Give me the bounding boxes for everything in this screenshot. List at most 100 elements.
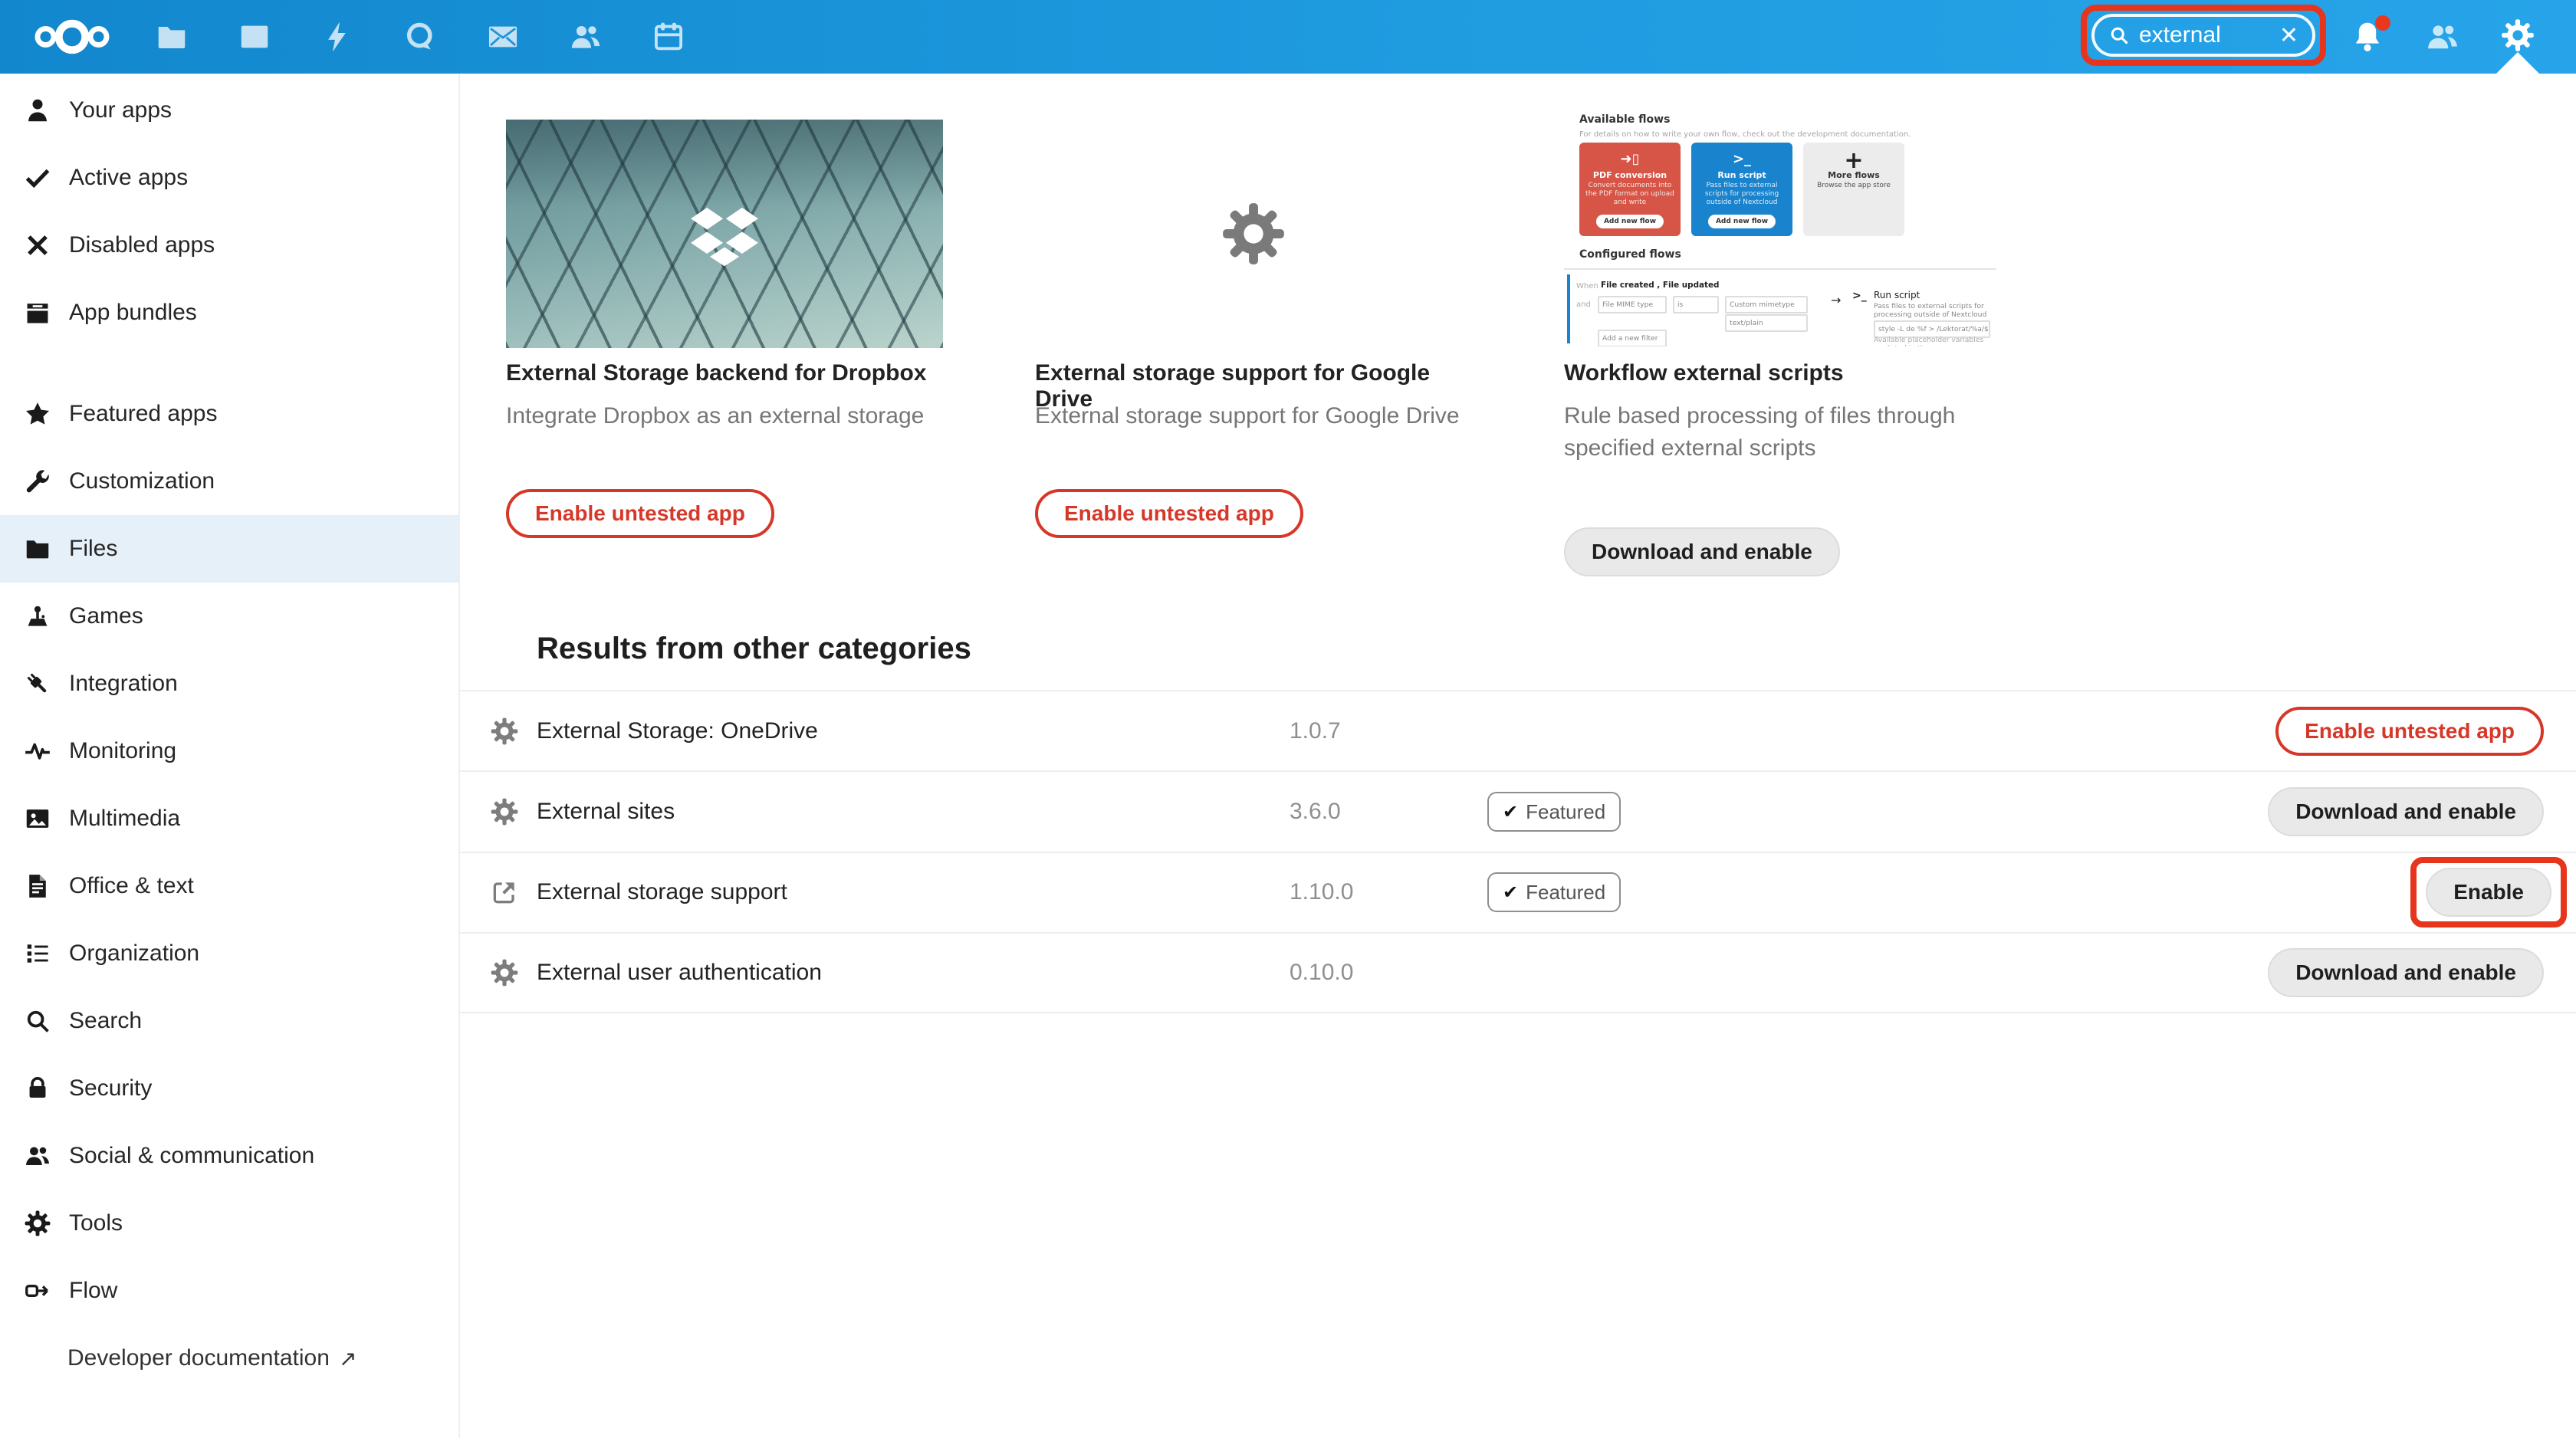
app-name: External Storage: OneDrive — [537, 718, 818, 744]
app-store-content: External Storage backend for Dropbox Int… — [460, 74, 2576, 1438]
people-icon — [23, 1141, 52, 1170]
sidebar-item-organization[interactable]: Organization — [0, 920, 458, 987]
gear-icon — [489, 716, 520, 747]
folder-icon — [23, 534, 52, 563]
featured-badge: ✔Featured — [1487, 872, 1621, 912]
app-name: External user authentication — [537, 960, 822, 986]
contacts-menu-button[interactable] — [2424, 18, 2461, 55]
header-app-nav — [138, 0, 702, 74]
star-icon — [23, 399, 52, 428]
sidebar-item-flow[interactable]: Flow — [0, 1257, 458, 1325]
external-arrow-icon: ↗ — [339, 1346, 356, 1371]
enable-annotation-box: Enable — [2410, 857, 2567, 927]
document-icon — [23, 872, 52, 901]
wrench-icon — [23, 467, 52, 496]
gear-icon — [489, 796, 520, 827]
enable-button[interactable]: Enable — [2426, 868, 2551, 917]
sidebar-item-office-text[interactable]: Office & text — [0, 852, 458, 920]
download-and-enable-button[interactable]: Download and enable — [2268, 787, 2544, 836]
sidebar-item-multimedia[interactable]: Multimedia — [0, 785, 458, 852]
gear-placeholder-icon — [1218, 199, 1289, 269]
settings-button[interactable] — [2499, 17, 2539, 57]
external-icon — [489, 877, 520, 908]
featured-badge: ✔Featured — [1487, 792, 1621, 832]
sidebar-item-customization[interactable]: Customization — [0, 448, 458, 515]
sidebar-item-monitoring[interactable]: Monitoring — [0, 717, 458, 785]
table-row-external-storage-support: External storage support 1.10.0 ✔Feature… — [460, 852, 2576, 932]
check-icon — [23, 163, 52, 192]
wf-flow-card-more: + More flows Browse the app store — [1803, 143, 1904, 236]
enable-untested-app-button[interactable]: Enable untested app — [2275, 707, 2544, 756]
sidebar-item-featured-apps[interactable]: Featured apps — [0, 380, 458, 448]
terminal-icon: >_ — [1691, 149, 1792, 170]
sidebar-item-app-bundles[interactable]: App bundles — [0, 279, 458, 346]
gear-icon — [2499, 17, 2539, 54]
download-and-enable-button[interactable]: Download and enable — [2268, 948, 2544, 997]
app-name: External storage support — [537, 879, 787, 905]
plug-icon — [23, 669, 52, 698]
activity-app-icon[interactable] — [304, 3, 371, 71]
active-app-caret — [2496, 52, 2539, 74]
photos-app-icon[interactable] — [221, 3, 288, 71]
calendar-app-icon[interactable] — [635, 3, 702, 71]
apps-sidebar: Your apps Active apps Disabled apps App … — [0, 74, 460, 1438]
dropbox-app-screenshot — [506, 120, 943, 348]
wf-configured-heading: Configured flows — [1579, 248, 1681, 261]
notifications-button[interactable] — [2349, 18, 2386, 55]
app-version: 1.10.0 — [1290, 879, 1353, 905]
sidebar-item-files[interactable]: Files — [0, 515, 458, 583]
sidebar-item-security[interactable]: Security — [0, 1055, 458, 1122]
sidebar-item-social-communication[interactable]: Social & communication — [0, 1122, 458, 1190]
list-icon — [23, 939, 52, 968]
gear-icon — [489, 957, 520, 988]
unified-search[interactable]: ✕ — [2091, 14, 2315, 57]
app-version: 1.0.7 — [1290, 718, 1341, 744]
app-card-summary: Integrate Dropbox as an external storage — [506, 400, 951, 432]
mail-app-icon[interactable] — [469, 3, 537, 71]
developer-documentation-link[interactable]: Developer documentation ↗ — [0, 1325, 458, 1392]
sidebar-item-search[interactable]: Search — [0, 987, 458, 1055]
plus-icon: + — [1803, 149, 1904, 170]
developer-documentation-label: Developer documentation — [67, 1345, 330, 1371]
enable-untested-app-button[interactable]: Enable untested app — [506, 489, 774, 538]
lock-icon — [23, 1074, 52, 1103]
sidebar-item-disabled-apps[interactable]: Disabled apps — [0, 212, 458, 279]
app-card-title: External Storage backend for Dropbox — [506, 360, 943, 386]
clear-search-icon[interactable]: ✕ — [2279, 22, 2298, 49]
wf-flow-card-pdf: ➜▯ PDF conversion Convert documents into… — [1579, 143, 1681, 236]
wf-subheading: For details on how to write your own flo… — [1579, 130, 1911, 139]
add-new-flow-pill: Add new flow — [1708, 215, 1776, 228]
sidebar-item-tools[interactable]: Tools — [0, 1190, 458, 1257]
sidebar-item-integration[interactable]: Integration — [0, 650, 458, 717]
magnifier-icon — [23, 1006, 52, 1036]
nextcloud-logo-icon[interactable] — [31, 15, 113, 58]
image-icon — [23, 804, 52, 833]
results-table: External Storage: OneDrive 1.0.7 Enable … — [460, 690, 2576, 1013]
sidebar-item-games[interactable]: Games — [0, 583, 458, 650]
wf-flow-card-script: >_ Run script Pass files to external scr… — [1691, 143, 1792, 236]
search-input[interactable] — [2139, 22, 2270, 48]
check-icon: ✔ — [1503, 801, 1518, 823]
top-bar: ✕ — [0, 0, 2576, 74]
download-and-enable-button[interactable]: Download and enable — [1564, 527, 1840, 576]
app-name: External sites — [537, 799, 675, 825]
sidebar-item-your-apps[interactable]: Your apps — [0, 77, 458, 144]
flow-icon — [23, 1276, 52, 1305]
sidebar-item-active-apps[interactable]: Active apps — [0, 144, 458, 212]
joystick-icon — [23, 602, 52, 631]
wf-heading: Available flows — [1579, 113, 1670, 126]
files-app-icon[interactable] — [138, 3, 205, 71]
bundle-icon — [23, 298, 52, 327]
wf-form-mock: When File created , File updated and Fil… — [1564, 271, 1996, 346]
enable-untested-app-button[interactable]: Enable untested app — [1035, 489, 1303, 538]
add-new-flow-pill: Add new flow — [1596, 215, 1664, 228]
contacts-app-icon[interactable] — [552, 3, 619, 71]
notification-dot — [2375, 15, 2390, 31]
results-heading: Results from other categories — [537, 632, 971, 666]
talk-app-icon[interactable] — [386, 3, 454, 71]
app-version: 0.10.0 — [1290, 960, 1353, 986]
check-icon: ✔ — [1503, 882, 1518, 904]
close-icon — [23, 231, 52, 260]
app-card-title: Workflow external scripts — [1564, 360, 2001, 386]
app-card-summary: Rule based processing of files through s… — [1564, 400, 2009, 465]
